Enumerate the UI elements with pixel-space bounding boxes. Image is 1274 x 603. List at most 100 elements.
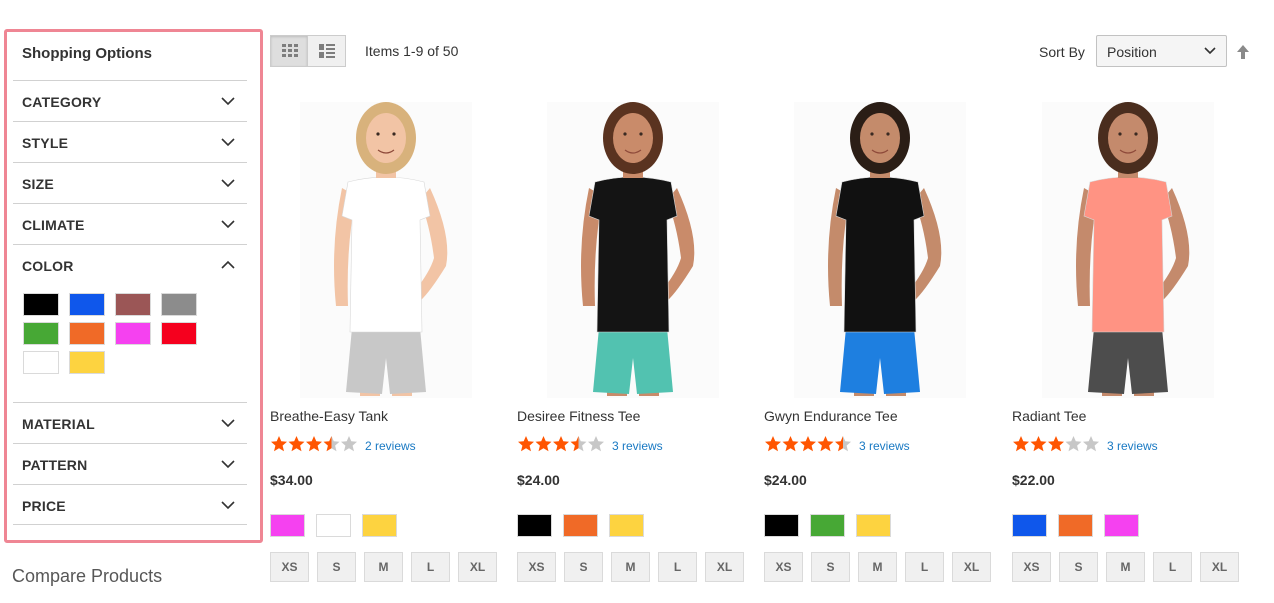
color-swatch[interactable] xyxy=(23,351,59,374)
size-option[interactable]: XL xyxy=(1200,552,1239,582)
color-swatch[interactable] xyxy=(1058,514,1093,537)
size-option[interactable]: S xyxy=(811,552,850,582)
size-option[interactable]: XL xyxy=(705,552,744,582)
product-image[interactable] xyxy=(1012,96,1244,398)
color-swatch[interactable] xyxy=(161,293,197,316)
size-option[interactable]: XS xyxy=(270,552,309,582)
filter-pattern[interactable]: PATTERN xyxy=(13,443,247,484)
chevron-up-icon xyxy=(221,260,235,269)
rating-stars xyxy=(1013,436,1099,452)
color-swatch[interactable] xyxy=(609,514,644,537)
chevron-down-icon xyxy=(221,419,235,428)
filter-label: STYLE xyxy=(22,135,69,151)
list-icon xyxy=(319,44,335,58)
color-swatch[interactable] xyxy=(69,322,105,345)
size-option[interactable]: XS xyxy=(764,552,803,582)
product-image[interactable] xyxy=(517,96,749,398)
size-option[interactable]: M xyxy=(364,552,403,582)
color-swatch[interactable] xyxy=(161,322,197,345)
filter-style[interactable]: STYLE xyxy=(13,121,247,162)
color-swatch[interactable] xyxy=(856,514,891,537)
size-option[interactable]: M xyxy=(611,552,650,582)
view-mode-toggle xyxy=(270,35,346,67)
chevron-down-icon xyxy=(221,460,235,469)
star-icon xyxy=(271,436,287,452)
sort-by-select[interactable]: Position xyxy=(1096,35,1227,67)
filter-size[interactable]: SIZE xyxy=(13,162,247,203)
filter-label: PRICE xyxy=(22,498,66,514)
size-option[interactable]: M xyxy=(1106,552,1145,582)
color-swatch[interactable] xyxy=(316,514,351,537)
product-image[interactable] xyxy=(764,96,996,398)
star-icon xyxy=(817,436,834,452)
star-icon xyxy=(323,436,340,452)
chevron-down-icon xyxy=(1204,47,1216,55)
rating-stars xyxy=(518,436,604,452)
size-option[interactable]: L xyxy=(658,552,697,582)
color-swatch[interactable] xyxy=(1012,514,1047,537)
reviews-link[interactable]: 3 reviews xyxy=(612,439,663,453)
product-name-link[interactable]: Radiant Tee xyxy=(1012,408,1086,424)
size-option[interactable]: L xyxy=(905,552,944,582)
reviews-link[interactable]: 3 reviews xyxy=(1107,439,1158,453)
size-option[interactable]: M xyxy=(858,552,897,582)
color-swatch[interactable] xyxy=(23,322,59,345)
star-icon xyxy=(306,436,322,452)
filter-category[interactable]: CATEGORY xyxy=(13,80,247,121)
color-swatch[interactable] xyxy=(270,514,305,537)
size-option[interactable]: S xyxy=(564,552,603,582)
model-figure xyxy=(300,102,472,398)
chevron-down-icon xyxy=(221,97,235,106)
color-swatch[interactable] xyxy=(563,514,598,537)
size-option[interactable]: XL xyxy=(458,552,497,582)
filter-label: CATEGORY xyxy=(22,94,102,110)
size-option[interactable]: L xyxy=(1153,552,1192,582)
product-image[interactable] xyxy=(270,96,502,398)
product-card: Desiree Fitness Tee 3 reviews $24.00 XS S M L X… xyxy=(517,96,749,582)
color-swatch[interactable] xyxy=(69,351,105,374)
shopping-options-panel: Shopping Options CATEGORY STYLE SIZE CLIMAT… xyxy=(4,29,263,543)
chevron-down-icon xyxy=(221,138,235,147)
size-option[interactable]: S xyxy=(1059,552,1098,582)
items-count: Items 1-9 of 50 xyxy=(365,43,459,59)
size-option[interactable]: XS xyxy=(1012,552,1051,582)
size-option[interactable]: S xyxy=(317,552,356,582)
color-swatch[interactable] xyxy=(810,514,845,537)
grid-icon xyxy=(282,44,298,57)
product-card: Breathe-Easy Tank 2 reviews $34.00 XS S M L XL xyxy=(270,96,502,582)
filter-price[interactable]: PRICE xyxy=(13,484,247,525)
color-swatch[interactable] xyxy=(1104,514,1139,537)
color-swatch[interactable] xyxy=(115,322,151,345)
size-option[interactable]: XS xyxy=(517,552,556,582)
product-name-link[interactable]: Desiree Fitness Tee xyxy=(517,408,640,424)
star-icon xyxy=(535,436,552,452)
color-swatch[interactable] xyxy=(23,293,59,316)
star-icon xyxy=(288,436,305,452)
color-swatch[interactable] xyxy=(69,293,105,316)
product-price: $34.00 xyxy=(270,472,313,488)
shopping-options-title: Shopping Options xyxy=(22,45,152,62)
chevron-down-icon xyxy=(221,179,235,188)
chevron-down-icon xyxy=(221,220,235,229)
star-icon xyxy=(800,436,816,452)
filter-color[interactable]: COLOR xyxy=(13,244,247,285)
color-swatch[interactable] xyxy=(517,514,552,537)
list-view-button[interactable] xyxy=(308,35,346,67)
model-figure xyxy=(1042,102,1214,398)
color-swatch[interactable] xyxy=(362,514,397,537)
star-icon xyxy=(782,436,799,452)
size-option[interactable]: XL xyxy=(952,552,991,582)
color-swatch[interactable] xyxy=(115,293,151,316)
filter-material[interactable]: MATERIAL xyxy=(13,402,247,443)
product-name-link[interactable]: Gwyn Endurance Tee xyxy=(764,408,898,424)
grid-view-button[interactable] xyxy=(270,35,308,67)
color-swatch[interactable] xyxy=(764,514,799,537)
size-option[interactable]: L xyxy=(411,552,450,582)
reviews-link[interactable]: 3 reviews xyxy=(859,439,910,453)
reviews-link[interactable]: 2 reviews xyxy=(365,439,416,453)
filter-climate[interactable]: CLIMATE xyxy=(13,203,247,244)
product-price: $24.00 xyxy=(764,472,807,488)
rating-stars xyxy=(765,436,851,452)
arrow-up-icon[interactable] xyxy=(1236,44,1250,60)
product-name-link[interactable]: Breathe-Easy Tank xyxy=(270,408,388,424)
